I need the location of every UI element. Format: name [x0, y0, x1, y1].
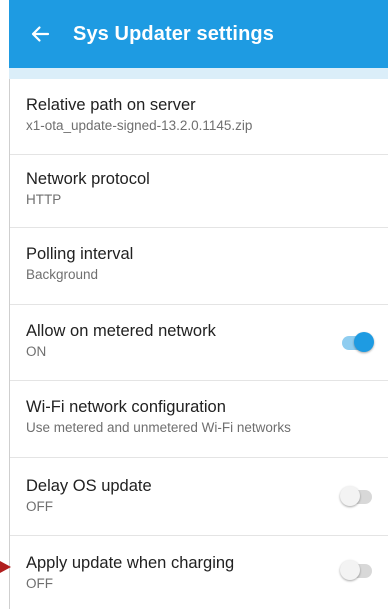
- setting-apply-when-charging[interactable]: Apply update when charging OFF: [10, 536, 388, 609]
- allow-metered-toggle[interactable]: [340, 331, 374, 355]
- app-bar: Sys Updater settings: [9, 0, 388, 68]
- setting-title: Delay OS update: [26, 477, 152, 495]
- setting-summary: OFF: [26, 576, 53, 591]
- setting-summary: Use metered and unmetered Wi-Fi networks: [26, 420, 291, 435]
- setting-title: Apply update when charging: [26, 554, 235, 572]
- setting-summary: x1-ota_update-signed-13.2.0.1145.zip: [26, 118, 253, 133]
- setting-title: Network protocol: [26, 170, 150, 188]
- setting-polling-interval[interactable]: Polling interval Background: [10, 228, 388, 305]
- red-pointer-arrow-icon: [0, 561, 11, 573]
- page-title: Sys Updater settings: [73, 22, 274, 45]
- setting-summary: OFF: [26, 499, 53, 514]
- setting-summary: HTTP: [26, 192, 62, 207]
- setting-title: Allow on metered network: [26, 322, 216, 340]
- header-divider: [9, 68, 388, 79]
- settings-screen: Sys Updater settings Relative path on se…: [0, 0, 388, 609]
- setting-delay-os-update[interactable]: Delay OS update OFF: [10, 458, 388, 536]
- setting-summary: Background: [26, 267, 99, 282]
- setting-summary: ON: [26, 344, 47, 359]
- settings-list: Relative path on server x1-ota_update-si…: [10, 79, 388, 609]
- setting-title: Polling interval: [26, 245, 134, 263]
- arrow-left-icon[interactable]: [30, 24, 50, 44]
- setting-title: Wi-Fi network configuration: [26, 398, 226, 416]
- setting-wifi-configuration[interactable]: Wi-Fi network configuration Use metered …: [10, 381, 388, 458]
- toggle-thumb: [340, 559, 360, 580]
- setting-network-protocol[interactable]: Network protocol HTTP: [10, 155, 388, 228]
- setting-allow-metered[interactable]: Allow on metered network ON: [10, 305, 388, 381]
- setting-relative-path[interactable]: Relative path on server x1-ota_update-si…: [10, 79, 388, 155]
- setting-title: Relative path on server: [26, 96, 196, 114]
- apply-when-charging-toggle[interactable]: [340, 559, 374, 583]
- toggle-thumb: [340, 485, 360, 506]
- toggle-thumb: [354, 331, 374, 352]
- delay-os-update-toggle[interactable]: [340, 485, 374, 509]
